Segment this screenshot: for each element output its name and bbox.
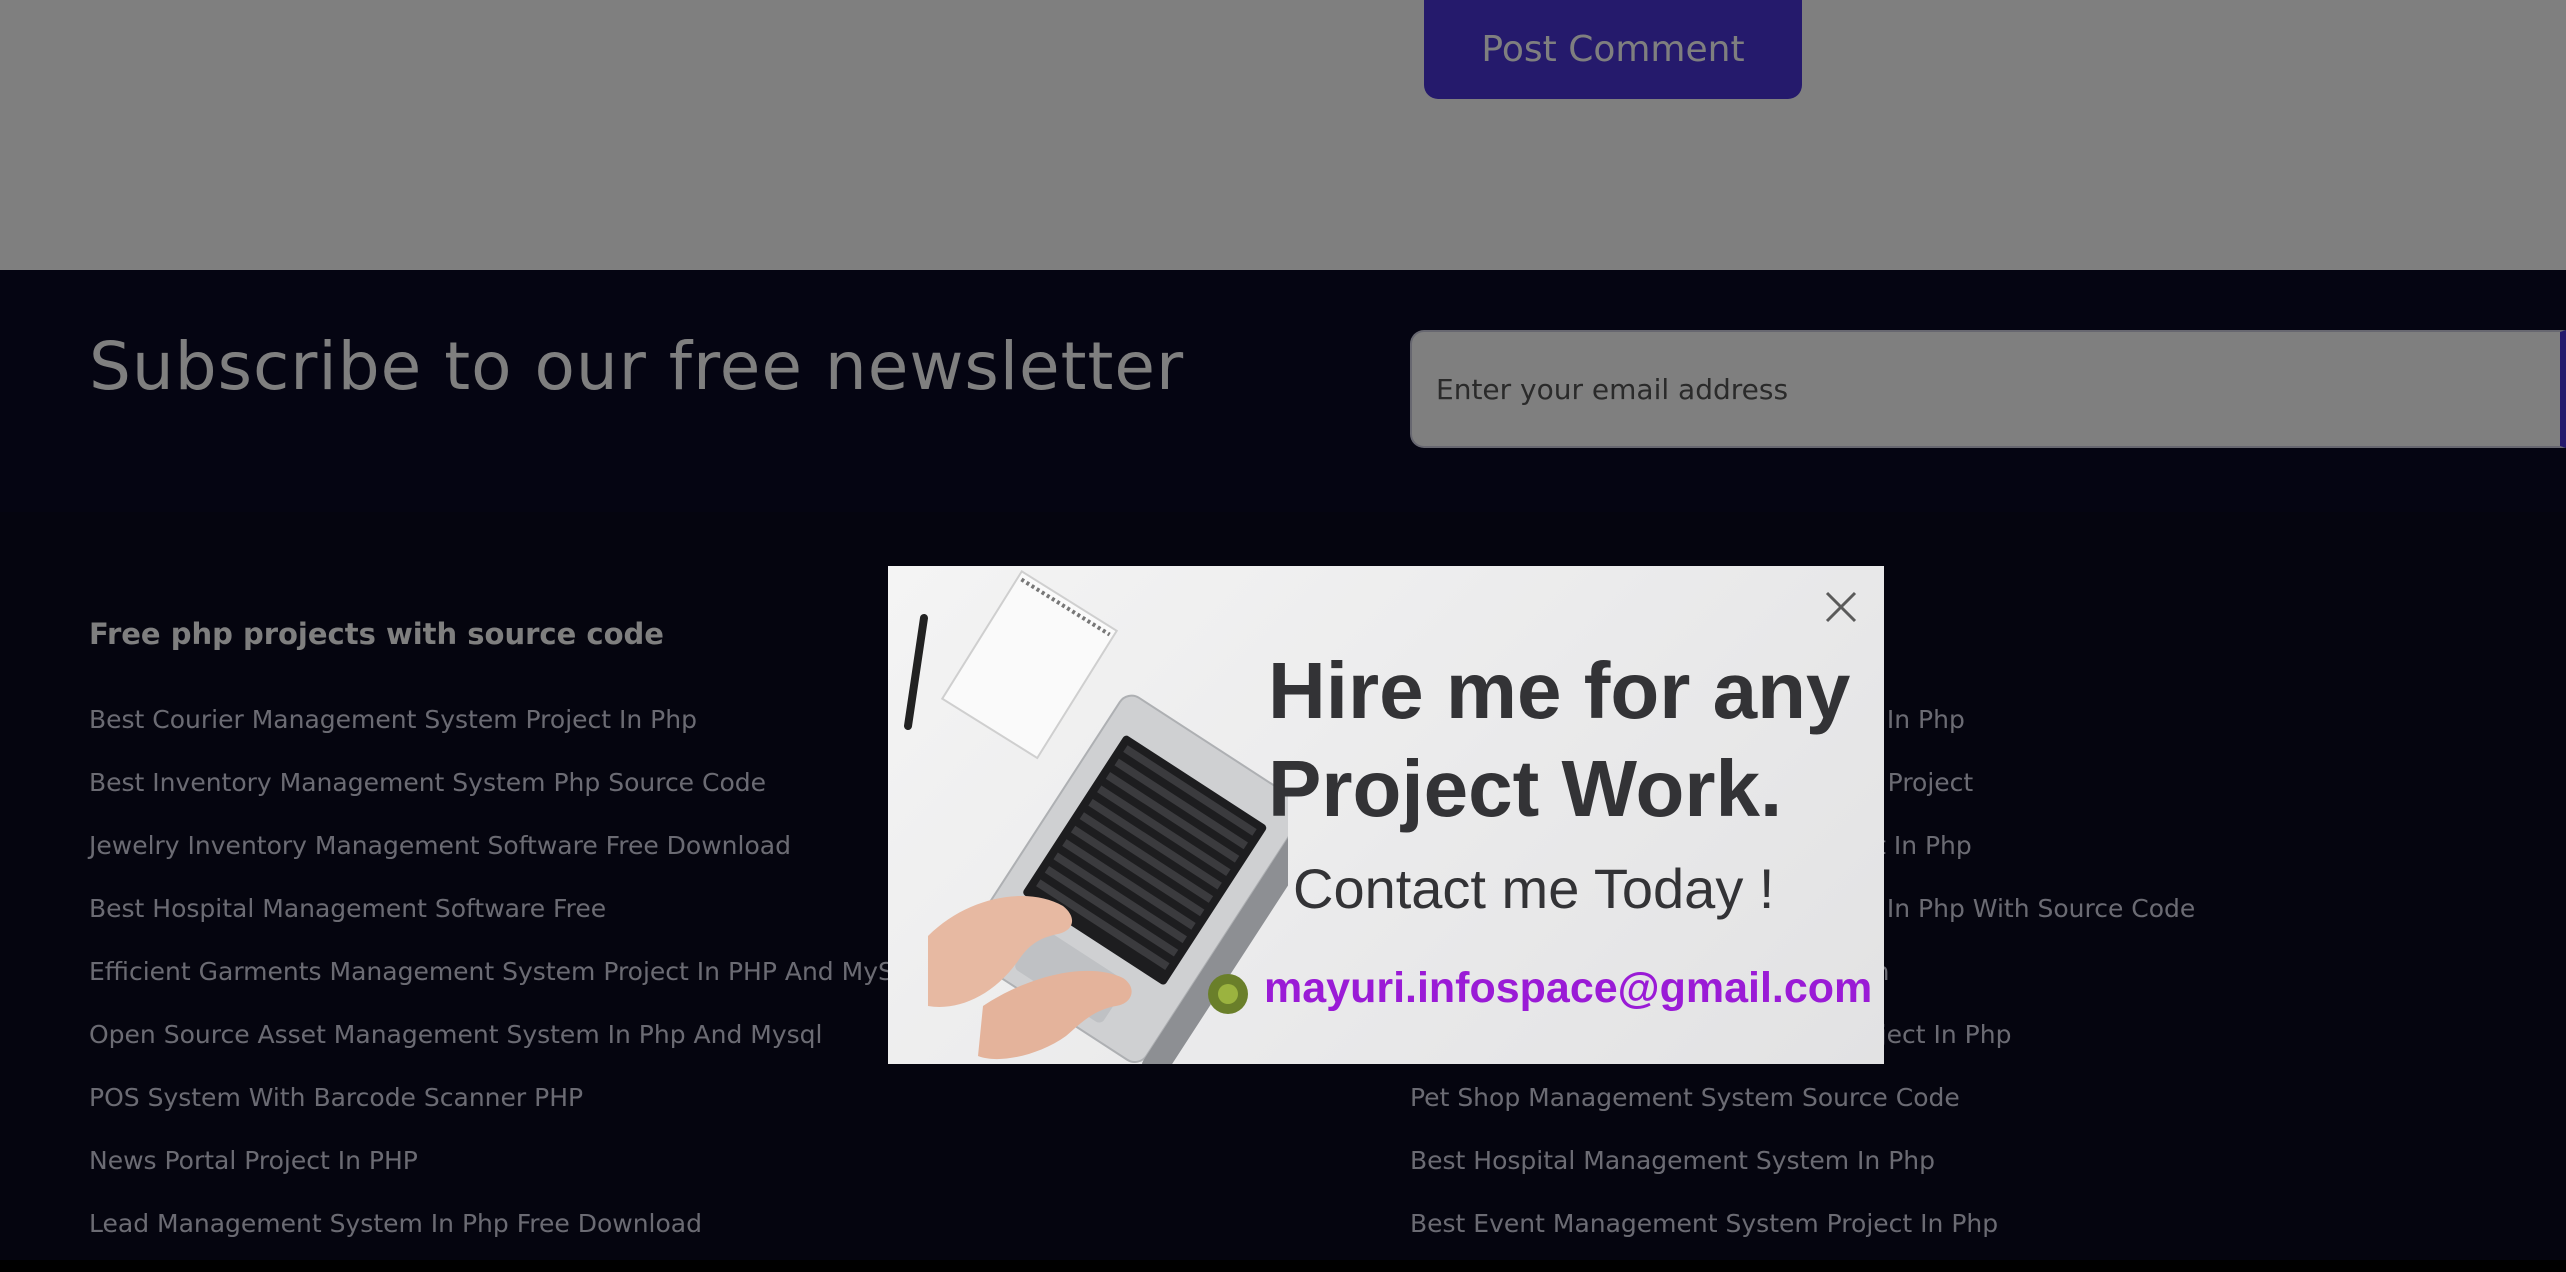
popup-headline: Hire me for any Project Work. <box>1268 646 1851 833</box>
hire-me-popup: Hire me for any Project Work. Contact me… <box>888 566 1884 1064</box>
popup-email-link[interactable]: mayuri.infospace@gmail.com <box>1264 964 1872 1013</box>
page: Post Comment Subscribe to our free newsl… <box>0 0 2566 1260</box>
popup-subheadline: Contact me Today ! <box>1293 857 1775 920</box>
laptop-illustration <box>904 570 1288 1064</box>
close-icon[interactable] <box>1820 586 1862 628</box>
pen-icon <box>904 614 928 730</box>
notebook-icon <box>940 570 1119 760</box>
